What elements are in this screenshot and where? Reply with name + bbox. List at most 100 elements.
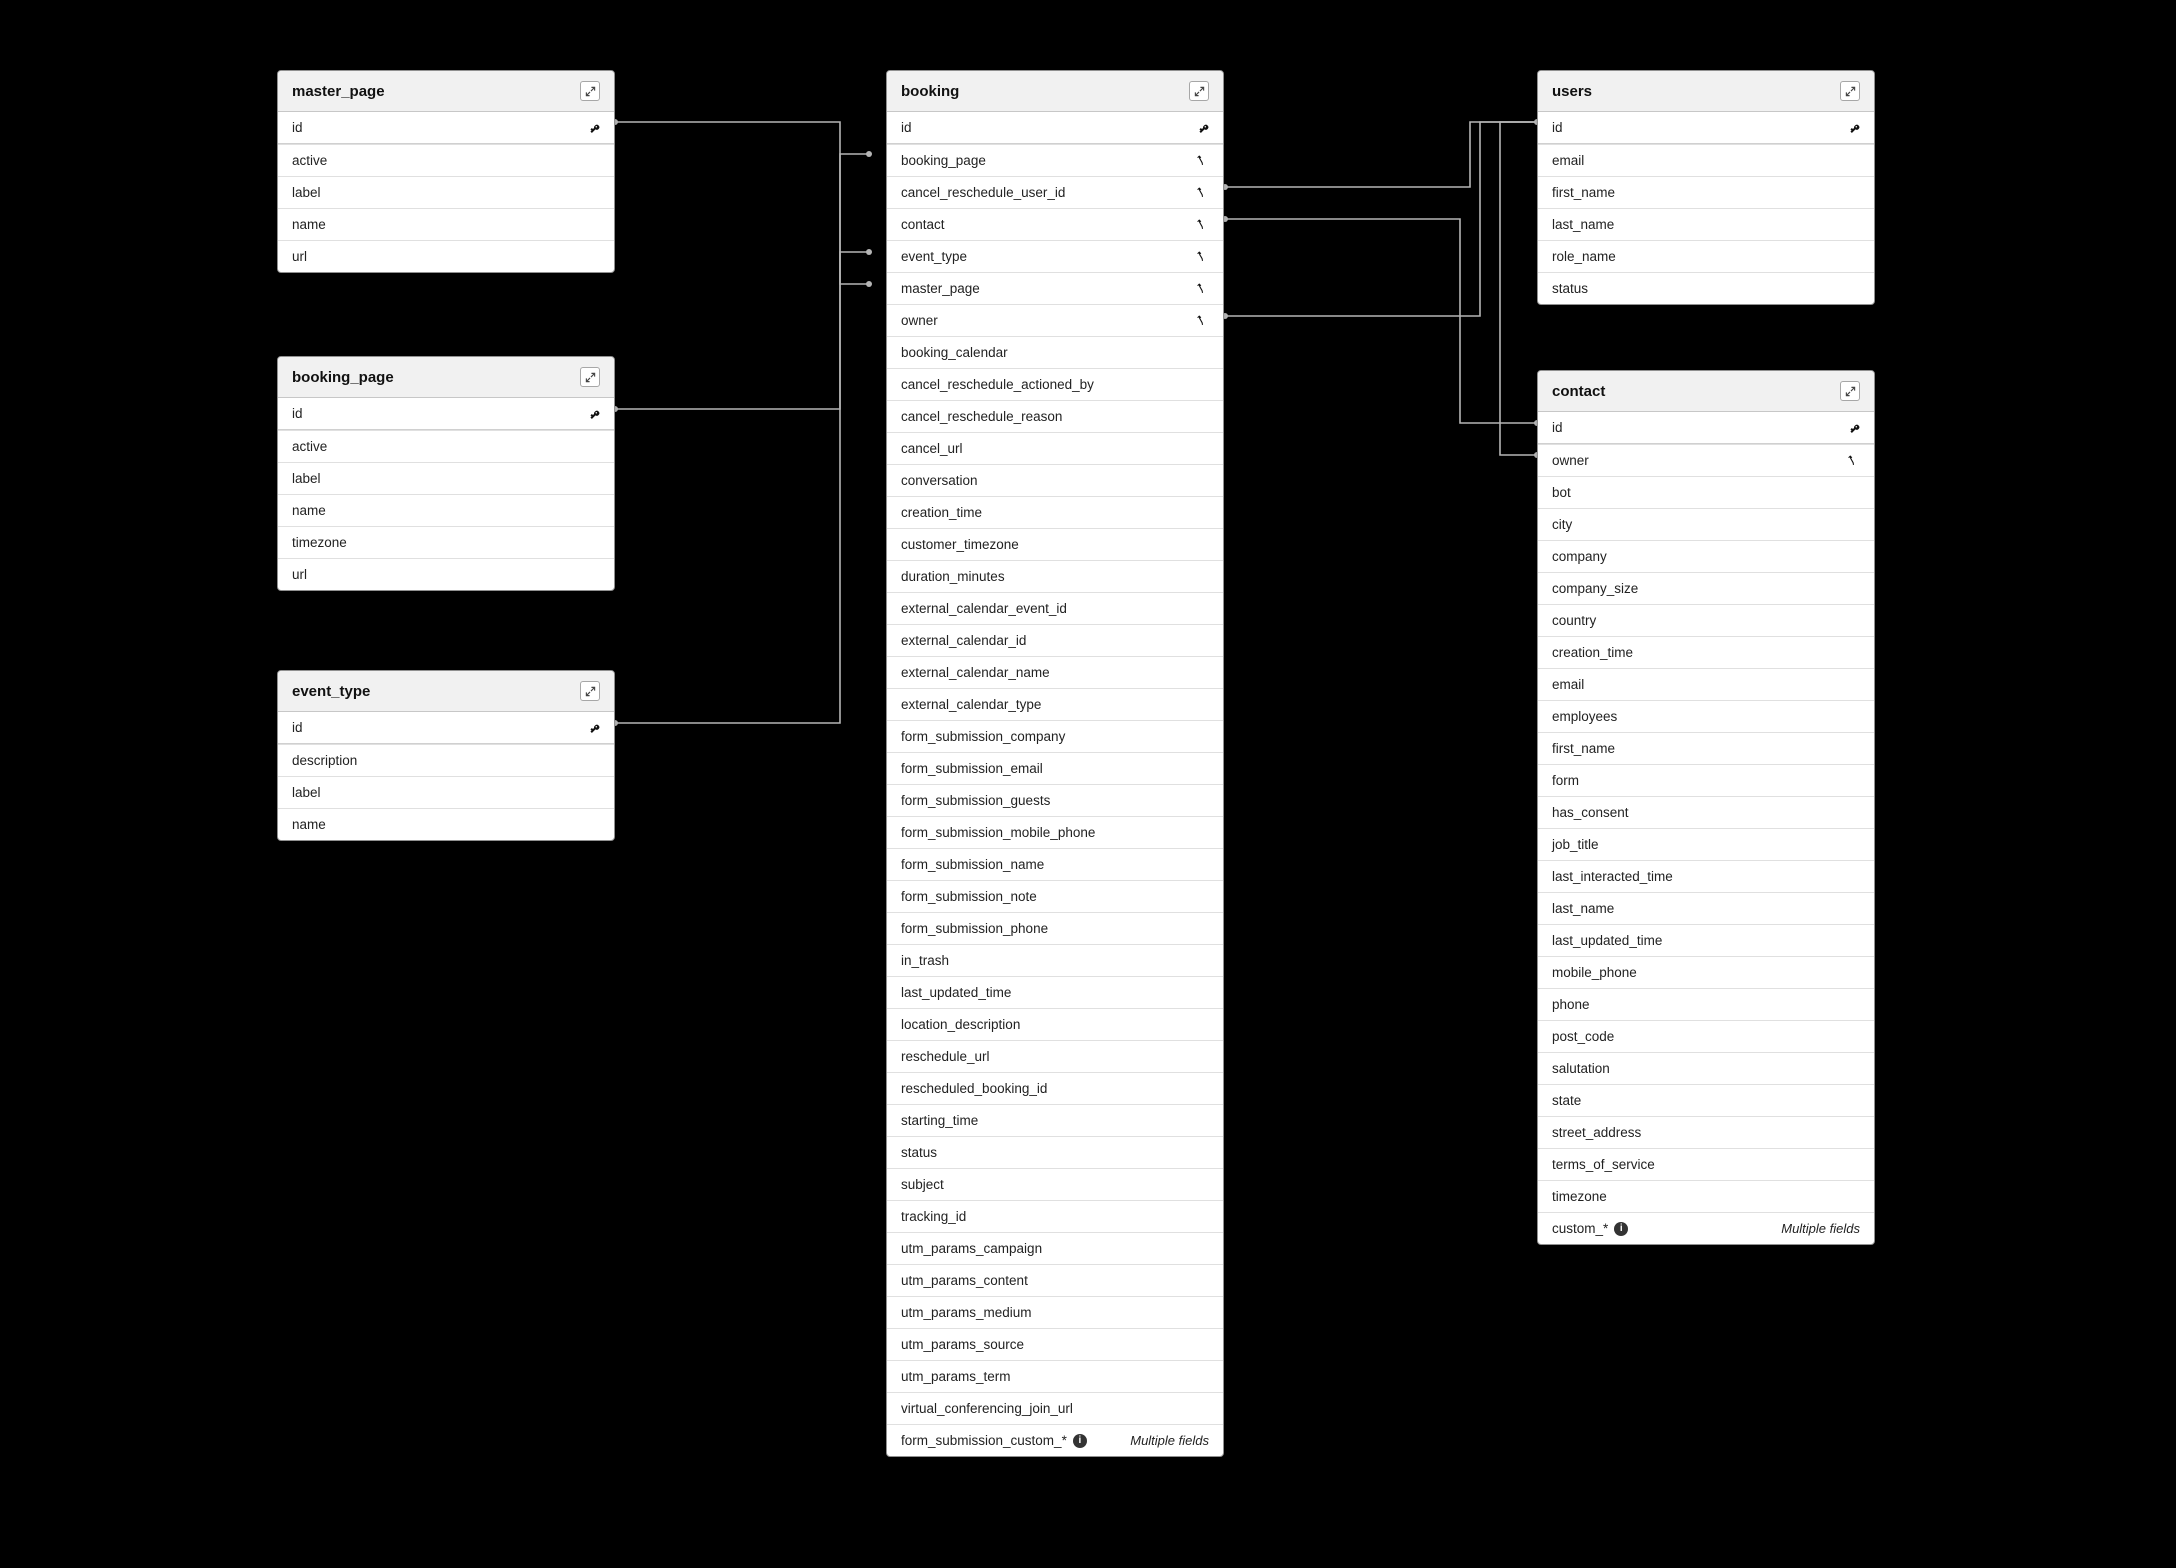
expand-icon[interactable] — [580, 681, 600, 701]
field-name: conversation — [901, 473, 978, 488]
table-booking_page: booking_pageidactivelabelnametimezoneurl — [277, 356, 615, 591]
field-name: reschedule_url — [901, 1049, 990, 1064]
field-name: timezone — [1552, 1189, 1607, 1204]
field-row: phone — [1538, 988, 1874, 1020]
field-name: owner — [901, 313, 938, 328]
field-name: creation_time — [901, 505, 982, 520]
field-row: description — [278, 744, 614, 776]
table-header: users — [1538, 71, 1874, 112]
info-icon[interactable]: i — [1614, 1222, 1628, 1236]
field-name: name — [292, 503, 326, 518]
expand-icon[interactable] — [1840, 381, 1860, 401]
field-row: active — [278, 144, 614, 176]
field-name: subject — [901, 1177, 944, 1192]
field-row: last_name — [1538, 892, 1874, 924]
field-name: location_description — [901, 1017, 1020, 1032]
field-row: name — [278, 494, 614, 526]
table-booking: bookingidbooking_pagecancel_reschedule_u… — [886, 70, 1224, 1457]
field-row: id — [278, 398, 614, 430]
field-name: url — [292, 567, 307, 582]
field-row: job_title — [1538, 828, 1874, 860]
field-row: state — [1538, 1084, 1874, 1116]
field-row: utm_params_campaign — [887, 1232, 1223, 1264]
field-row: active — [278, 430, 614, 462]
expand-icon[interactable] — [580, 81, 600, 101]
field-row: form_submission_custom_* i Multiple fields — [887, 1424, 1223, 1456]
primary-key-icon — [588, 722, 600, 734]
field-name: company_size — [1552, 581, 1638, 596]
field-row: url — [278, 240, 614, 272]
field-row: external_calendar_type — [887, 688, 1223, 720]
field-row: reschedule_url — [887, 1040, 1223, 1072]
expand-icon[interactable] — [1189, 81, 1209, 101]
field-row: cancel_reschedule_user_id — [887, 176, 1223, 208]
table-header: booking — [887, 71, 1223, 112]
field-name: id — [292, 406, 303, 421]
field-name: master_page — [901, 281, 980, 296]
field-name: booking_calendar — [901, 345, 1008, 360]
field-name: external_calendar_id — [901, 633, 1026, 648]
field-row: last_name — [1538, 208, 1874, 240]
field-row: conversation — [887, 464, 1223, 496]
field-row: creation_time — [887, 496, 1223, 528]
field-name: form_submission_custom_* — [901, 1433, 1067, 1448]
field-name: city — [1552, 517, 1572, 532]
field-name: booking_page — [901, 153, 986, 168]
field-name: form_submission_mobile_phone — [901, 825, 1095, 840]
multiple-fields-label: Multiple fields — [1781, 1221, 1860, 1236]
field-name: cancel_reschedule_actioned_by — [901, 377, 1094, 392]
field-row: city — [1538, 508, 1874, 540]
foreign-key-icon — [1196, 154, 1209, 167]
field-row: rescheduled_booking_id — [887, 1072, 1223, 1104]
field-name: name — [292, 217, 326, 232]
table-title: master_page — [292, 83, 385, 100]
field-row: employees — [1538, 700, 1874, 732]
field-name: cancel_reschedule_user_id — [901, 185, 1065, 200]
field-name: duration_minutes — [901, 569, 1005, 584]
field-name: cancel_reschedule_reason — [901, 409, 1062, 424]
table-title: event_type — [292, 683, 370, 700]
field-row: master_page — [887, 272, 1223, 304]
foreign-key-icon — [1847, 454, 1860, 467]
field-name: creation_time — [1552, 645, 1633, 660]
field-row: first_name — [1538, 176, 1874, 208]
field-row: last_interacted_time — [1538, 860, 1874, 892]
field-name: cancel_url — [901, 441, 963, 456]
field-name: job_title — [1552, 837, 1599, 852]
field-row: company — [1538, 540, 1874, 572]
field-name: last_name — [1552, 217, 1614, 232]
table-header: contact — [1538, 371, 1874, 412]
field-name: id — [292, 120, 303, 135]
field-row: timezone — [1538, 1180, 1874, 1212]
field-name: status — [1552, 281, 1588, 296]
info-icon[interactable]: i — [1073, 1434, 1087, 1448]
field-row: form_submission_note — [887, 880, 1223, 912]
field-row: custom_*iMultiple fields — [1538, 1212, 1874, 1244]
table-contact: contactidownerbotcitycompanycompany_size… — [1537, 370, 1875, 1245]
multiple-fields-label: Multiple fields — [1130, 1433, 1209, 1448]
primary-key-icon — [1197, 122, 1209, 134]
table-header: booking_page — [278, 357, 614, 398]
field-row: cancel_url — [887, 432, 1223, 464]
field-row: form_submission_phone — [887, 912, 1223, 944]
field-name: employees — [1552, 709, 1617, 724]
field-row: booking_calendar — [887, 336, 1223, 368]
field-name: url — [292, 249, 307, 264]
field-row: id — [1538, 112, 1874, 144]
field-row: subject — [887, 1168, 1223, 1200]
field-name: id — [1552, 120, 1563, 135]
field-name: last_updated_time — [1552, 933, 1662, 948]
expand-icon[interactable] — [580, 367, 600, 387]
field-row: tracking_id — [887, 1200, 1223, 1232]
field-row: location_description — [887, 1008, 1223, 1040]
field-row: label — [278, 176, 614, 208]
primary-key-icon — [1848, 422, 1860, 434]
field-name: terms_of_service — [1552, 1157, 1655, 1172]
field-name: customer_timezone — [901, 537, 1019, 552]
field-name: utm_params_content — [901, 1273, 1028, 1288]
field-name: email — [1552, 153, 1584, 168]
expand-icon[interactable] — [1840, 81, 1860, 101]
field-row: company_size — [1538, 572, 1874, 604]
field-row: utm_params_medium — [887, 1296, 1223, 1328]
field-name: form_submission_company — [901, 729, 1065, 744]
